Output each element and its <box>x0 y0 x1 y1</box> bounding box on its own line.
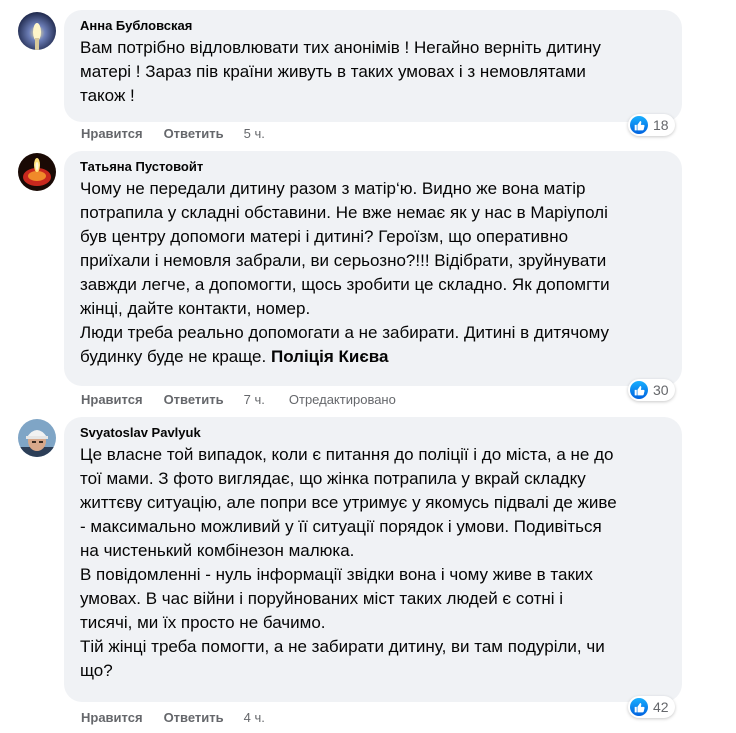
avatar-candle-flame-icon <box>18 153 56 191</box>
comment-actions: Нравится Ответить 5 ч. <box>81 126 265 142</box>
comment-author[interactable]: Татьяна Пустовойт <box>80 159 670 175</box>
text-line: тисячі, ми їх просто не бачимо. <box>80 613 326 632</box>
text-line: тої мами. З фото виглядає, що жінка потр… <box>80 469 586 488</box>
comment-timestamp[interactable]: 7 ч. <box>244 392 265 408</box>
text-line: В повідомленні - нуль інформації звідки … <box>80 565 593 584</box>
text-line: умовах. В час війни і поруйнованих міст … <box>80 589 564 608</box>
text-line: що? <box>80 661 113 680</box>
text-line: жінці, дайте контакти, номер. <box>80 299 311 318</box>
text-line: будинку буде не краще. Поліція Києва <box>80 345 670 369</box>
like-reaction-icon <box>630 698 648 716</box>
like-reaction-icon <box>630 116 648 134</box>
text-line: - максимально можливий у її ситуації пор… <box>80 517 602 536</box>
avatar-man-helmet-icon <box>18 419 56 457</box>
reaction-count: 18 <box>653 117 669 133</box>
like-reaction-icon <box>630 381 648 399</box>
comment-text: Чому не передали дитину разом з матір‘ю.… <box>80 177 670 369</box>
reactions-badge[interactable]: 18 <box>628 114 675 136</box>
like-button[interactable]: Нравится <box>81 126 143 142</box>
avatar-candle-glow-icon <box>18 12 56 50</box>
comment-bubble: Татьяна Пустовойт Чому не передали дитин… <box>64 151 682 386</box>
comment-actions: Нравится Ответить 4 ч. <box>81 710 265 726</box>
text-line: життєву ситуацію, але попри все утримує … <box>80 493 617 512</box>
reply-button[interactable]: Ответить <box>164 126 224 142</box>
avatar[interactable] <box>18 419 56 457</box>
comment-timestamp[interactable]: 5 ч. <box>244 126 265 142</box>
comment-text: Це власне той випадок, коли є питання до… <box>80 443 670 683</box>
text-line: завжди легче, а допомогти, щось зробити … <box>80 275 610 294</box>
like-button[interactable]: Нравится <box>81 392 143 408</box>
comment-actions: Нравится Ответить 7 ч. Отредактировано <box>81 392 396 408</box>
text-line: Люди треба реально допомогати а не забир… <box>80 323 610 342</box>
reactions-badge[interactable]: 42 <box>628 696 675 718</box>
comment-bubble: Анна Бубловская Вам потрібно відловлюват… <box>64 10 682 122</box>
reaction-count: 30 <box>653 382 669 398</box>
text-line: був центру допомоги матері і дитині? Гер… <box>80 227 569 246</box>
text-line: приїхали і немовля забрали, ви серьозно?… <box>80 251 607 270</box>
text-line: потрапила у складні обставини. Не вже не… <box>80 203 608 222</box>
comment-author[interactable]: Анна Бубловская <box>80 18 670 34</box>
reaction-count: 42 <box>653 699 669 715</box>
text-line: матері ! Зараз пів країни живуть в таких… <box>80 62 586 81</box>
text-line: Чому не передали дитину разом з матір‘ю.… <box>80 179 586 198</box>
text-line: Це власне той випадок, коли є питання до… <box>80 445 614 464</box>
reply-button[interactable]: Ответить <box>164 710 224 726</box>
text-line: Тій жінці треба помогти, а не забирати д… <box>80 637 605 656</box>
comment-text: Вам потрібно відловлювати тих анонімів !… <box>80 36 670 108</box>
edited-label: Отредактировано <box>288 392 396 407</box>
reactions-badge[interactable]: 30 <box>628 379 675 401</box>
text-line: Вам потрібно відловлювати тих анонімів !… <box>80 38 601 57</box>
like-button[interactable]: Нравится <box>81 710 143 726</box>
comment-author[interactable]: Svyatoslav Pavlyuk <box>80 425 670 441</box>
avatar[interactable] <box>18 12 56 50</box>
reply-button[interactable]: Ответить <box>164 392 224 408</box>
text-line: на чистенький комбінезон малюка. <box>80 541 355 560</box>
text-line-part: будинку буде не краще. <box>80 347 267 366</box>
avatar[interactable] <box>18 153 56 191</box>
comment-timestamp[interactable]: 4 ч. <box>244 710 265 726</box>
text-line: також ! <box>80 86 135 105</box>
mention-link[interactable]: Поліція Києва <box>271 347 388 366</box>
comment-bubble: Svyatoslav Pavlyuk Це власне той випадок… <box>64 417 682 702</box>
